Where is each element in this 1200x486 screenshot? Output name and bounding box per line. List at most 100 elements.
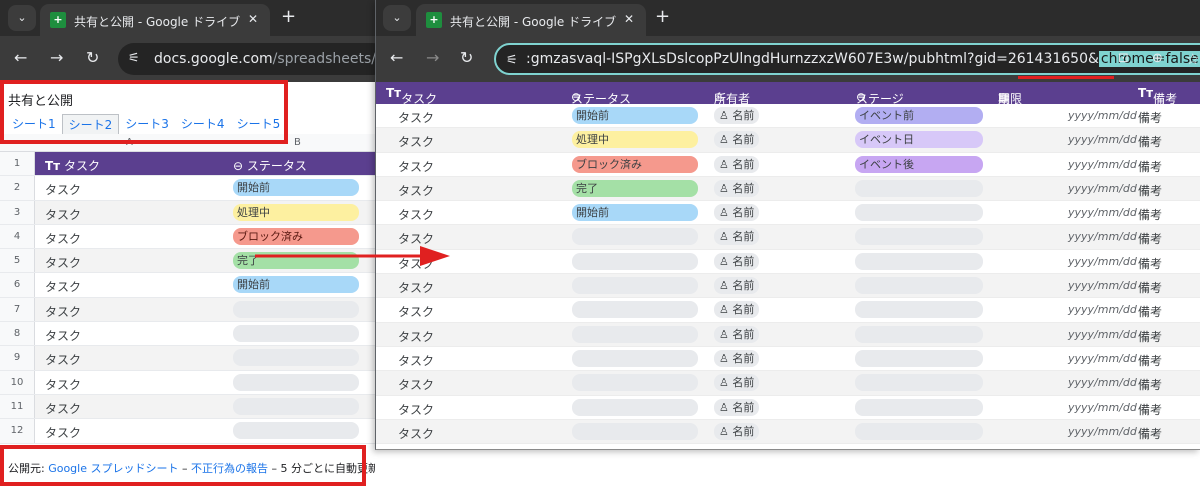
deadline-cell[interactable]: yyyy/mm/dd bbox=[1068, 352, 1137, 365]
stage-chip[interactable] bbox=[855, 349, 983, 367]
notes-cell[interactable]: 備考 bbox=[1138, 303, 1162, 320]
task-cell[interactable]: タスク bbox=[398, 133, 434, 150]
task-cell[interactable]: タスク bbox=[45, 351, 81, 368]
task-cell[interactable]: タスク bbox=[45, 376, 81, 393]
owner-chip[interactable]: ♙ 名前 bbox=[714, 228, 760, 246]
status-chip[interactable] bbox=[233, 325, 359, 343]
status-chip[interactable] bbox=[572, 374, 698, 392]
status-chip[interactable]: 開始前 bbox=[572, 107, 698, 124]
task-cell[interactable]: タスク bbox=[398, 109, 434, 126]
star-icon[interactable]: ☆ bbox=[1186, 50, 1199, 68]
deadline-cell[interactable]: yyyy/mm/dd bbox=[1068, 206, 1137, 219]
notes-cell[interactable]: 備考 bbox=[1138, 158, 1162, 175]
owner-chip[interactable]: ♙ 名前 bbox=[714, 374, 760, 392]
notes-cell[interactable]: 備考 bbox=[1138, 352, 1162, 369]
forward-icon[interactable]: → bbox=[50, 49, 63, 67]
task-cell[interactable]: タスク bbox=[45, 230, 81, 247]
task-cell[interactable]: タスク bbox=[398, 376, 434, 393]
notes-cell[interactable]: 備考 bbox=[1138, 133, 1162, 150]
task-cell[interactable]: タスク bbox=[45, 206, 81, 223]
tab-search-chevron-icon[interactable]: ⌄ bbox=[383, 5, 411, 31]
stage-chip[interactable] bbox=[855, 301, 983, 319]
deadline-cell[interactable]: yyyy/mm/dd bbox=[1068, 303, 1137, 316]
status-chip[interactable]: ブロック済み bbox=[572, 155, 698, 173]
status-chip[interactable] bbox=[572, 398, 698, 416]
forward-icon[interactable]: → bbox=[426, 49, 439, 67]
owner-chip[interactable]: ♙ 名前 bbox=[714, 179, 760, 197]
stage-chip[interactable] bbox=[855, 374, 983, 392]
new-tab-plus-icon[interactable]: + bbox=[281, 6, 296, 27]
status-chip[interactable] bbox=[233, 349, 359, 367]
back-icon[interactable]: ← bbox=[14, 49, 27, 67]
status-chip[interactable]: 開始前 bbox=[233, 179, 359, 197]
stage-chip[interactable]: イベント前 bbox=[855, 107, 983, 124]
notes-cell[interactable]: 備考 bbox=[1138, 255, 1162, 272]
notes-cell[interactable]: 備考 bbox=[1138, 376, 1162, 393]
notes-cell[interactable]: 備考 bbox=[1138, 109, 1162, 126]
task-cell[interactable]: タスク bbox=[398, 279, 434, 296]
notes-cell[interactable]: 備考 bbox=[1138, 230, 1162, 247]
status-chip[interactable]: 完了 bbox=[572, 179, 698, 197]
new-tab-plus-icon[interactable]: + bbox=[655, 6, 670, 27]
owner-chip[interactable]: ♙ 名前 bbox=[714, 398, 760, 416]
task-cell[interactable]: タスク bbox=[45, 327, 81, 344]
notes-cell[interactable]: 備考 bbox=[1138, 401, 1162, 418]
status-chip[interactable] bbox=[572, 325, 698, 343]
notes-cell[interactable]: 備考 bbox=[1138, 328, 1162, 345]
task-cell[interactable]: タスク bbox=[45, 424, 81, 441]
owner-chip[interactable]: ♙ 名前 bbox=[714, 301, 760, 319]
owner-chip[interactable]: ♙ 名前 bbox=[714, 325, 760, 343]
stage-chip[interactable] bbox=[855, 277, 983, 295]
owner-chip[interactable]: ♙ 名前 bbox=[714, 349, 760, 367]
task-cell[interactable]: タスク bbox=[45, 254, 81, 271]
deadline-cell[interactable]: yyyy/mm/dd bbox=[1068, 255, 1137, 268]
close-icon[interactable]: ✕ bbox=[248, 12, 258, 26]
owner-chip[interactable]: ♙ 名前 bbox=[714, 204, 760, 222]
notes-cell[interactable]: 備考 bbox=[1138, 182, 1162, 199]
address-bar[interactable]: ⚟ :gmzasvaql-ISPgXLsDslcopPzUlngdHurnzzx… bbox=[494, 43, 1200, 75]
address-bar[interactable]: ⚟ docs.google.com/spreadsheets/d/e/ bbox=[118, 43, 375, 75]
task-cell[interactable]: タスク bbox=[398, 352, 434, 369]
status-chip[interactable] bbox=[233, 300, 359, 318]
status-chip[interactable]: 開始前 bbox=[233, 276, 359, 294]
task-cell[interactable]: タスク bbox=[398, 328, 434, 345]
stage-chip[interactable] bbox=[855, 325, 983, 343]
status-chip[interactable] bbox=[233, 397, 359, 415]
status-chip[interactable]: ブロック済み bbox=[233, 227, 359, 245]
task-cell[interactable]: タスク bbox=[398, 425, 434, 442]
status-chip[interactable] bbox=[572, 252, 698, 270]
task-cell[interactable]: タスク bbox=[398, 206, 434, 223]
deadline-cell[interactable]: yyyy/mm/dd bbox=[1068, 109, 1137, 122]
deadline-cell[interactable]: yyyy/mm/dd bbox=[1068, 401, 1137, 414]
task-cell[interactable]: タスク bbox=[398, 158, 434, 175]
stage-chip[interactable] bbox=[855, 228, 983, 246]
owner-chip[interactable]: ♙ 名前 bbox=[714, 107, 760, 124]
task-cell[interactable]: タスク bbox=[45, 181, 81, 198]
close-icon[interactable]: ✕ bbox=[624, 12, 634, 26]
task-cell[interactable]: タスク bbox=[398, 303, 434, 320]
status-chip[interactable] bbox=[572, 277, 698, 295]
task-cell[interactable]: タスク bbox=[398, 401, 434, 418]
stage-chip[interactable] bbox=[855, 398, 983, 416]
status-chip[interactable] bbox=[572, 301, 698, 319]
notes-cell[interactable]: 備考 bbox=[1138, 425, 1162, 442]
owner-chip[interactable]: ♙ 名前 bbox=[714, 277, 760, 295]
status-chip[interactable] bbox=[233, 422, 359, 440]
stage-chip[interactable] bbox=[855, 204, 983, 222]
task-cell[interactable]: タスク bbox=[398, 230, 434, 247]
reload-icon[interactable]: ↻ bbox=[460, 49, 473, 67]
tune-icon[interactable]: ⚟ bbox=[128, 51, 140, 66]
deadline-cell[interactable]: yyyy/mm/dd bbox=[1068, 158, 1137, 171]
notes-cell[interactable]: 備考 bbox=[1138, 206, 1162, 223]
stage-chip[interactable]: イベント後 bbox=[855, 155, 983, 173]
status-chip[interactable]: 処理中 bbox=[572, 131, 698, 149]
stage-chip[interactable] bbox=[855, 422, 983, 440]
notes-cell[interactable]: 備考 bbox=[1138, 279, 1162, 296]
browser-tab[interactable]: + 共有と公開 - Google ドライブ ✕ bbox=[416, 4, 646, 36]
stage-chip[interactable] bbox=[855, 252, 983, 270]
task-cell[interactable]: タスク bbox=[45, 278, 81, 295]
lens-icon[interactable]: ⊡ bbox=[1118, 51, 1129, 66]
tab-search-chevron-icon[interactable]: ⌄ bbox=[8, 5, 36, 31]
zoom-icon[interactable]: ⊕ bbox=[1152, 51, 1163, 66]
status-chip[interactable] bbox=[572, 349, 698, 367]
